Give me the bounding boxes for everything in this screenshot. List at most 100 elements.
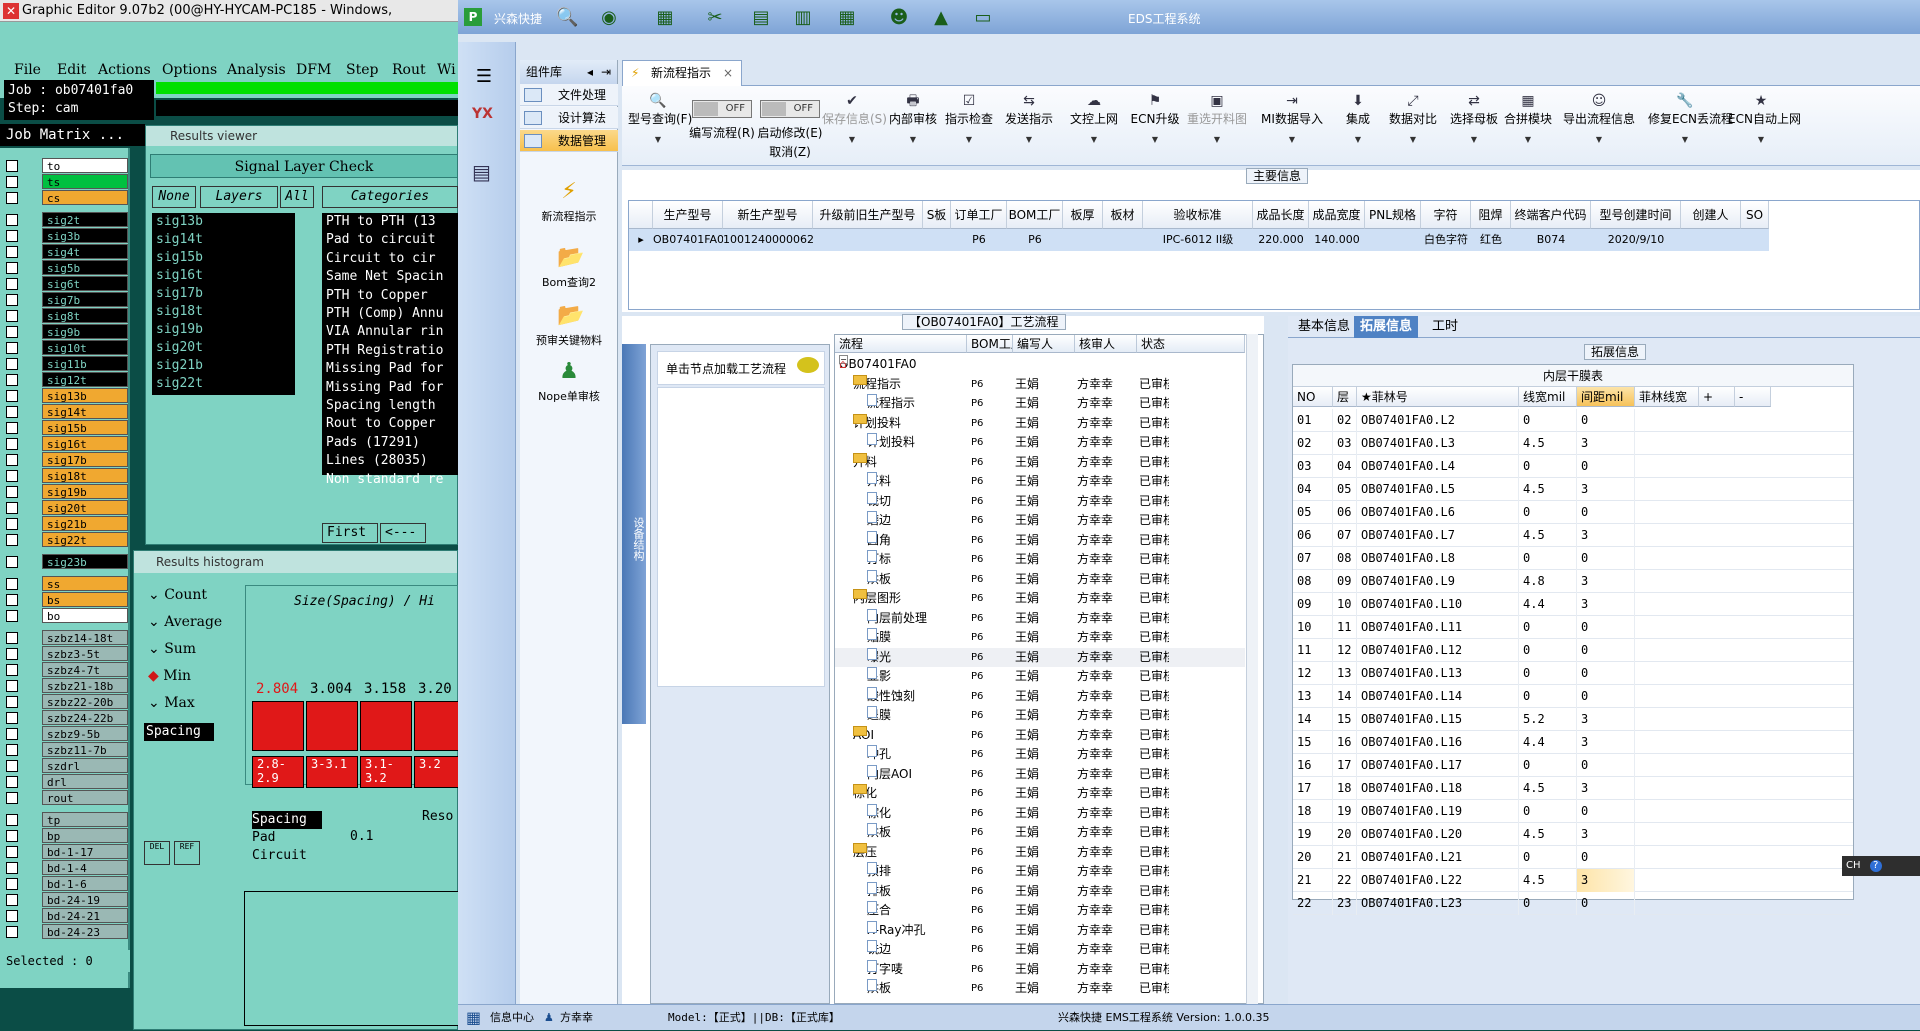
table-cell[interactable]: 3 (1577, 708, 1635, 731)
rv-category-item[interactable]: Lines (28035) (322, 452, 458, 470)
files-icon[interactable]: ▥ (792, 8, 814, 28)
grid-cell[interactable]: 白色字符 (1421, 229, 1471, 251)
table-cell[interactable]: 0 (1577, 501, 1635, 524)
table-cell[interactable]: 13 (1293, 685, 1333, 708)
table-row[interactable]: 19 20 OB07401FA0.L20 4.5 3 (1293, 823, 1853, 846)
tree-node[interactable]: −流程指示 (853, 374, 967, 394)
rv-category-item[interactable]: Pad to circuit (322, 231, 458, 249)
table-cell[interactable]: 06 (1293, 524, 1333, 547)
tree-row[interactable]: 烘板 P6 王娟 方幸幸 已审核 (835, 979, 1245, 998)
layer-row[interactable]: ss (6, 576, 128, 591)
table-cell[interactable]: 0 (1577, 846, 1635, 869)
layer-checkbox[interactable] (6, 358, 18, 370)
grid-header[interactable]: 创建人 (1681, 201, 1741, 229)
layer-checkbox[interactable] (6, 278, 18, 290)
tree-row[interactable]: 显影 P6 王娟 方幸幸 已审核 (835, 667, 1245, 686)
table-cell[interactable]: 0 (1519, 846, 1577, 869)
ribbon-button-6[interactable]: ☑ 指示检查 ▼ (944, 92, 994, 144)
grid-cell[interactable]: 220.000 (1253, 229, 1309, 251)
rv-category-item[interactable]: Same Net Spacin (322, 268, 458, 286)
menu-item-2[interactable]: 设计算法 (520, 107, 618, 129)
layer-row[interactable]: sig7b (6, 292, 128, 307)
table-cell[interactable]: 17 (1293, 777, 1333, 800)
layer-row[interactable]: sig18t (6, 468, 128, 483)
monitor-icon[interactable]: ▭ (972, 8, 994, 28)
tree-header[interactable]: 编写人 (1013, 335, 1075, 353)
tree-node[interactable]: 打标 (867, 550, 967, 569)
layer-checkbox[interactable] (6, 760, 18, 772)
table-cell[interactable]: OB07401FA0.L17 (1357, 754, 1519, 777)
table-cell[interactable]: 21 (1293, 869, 1333, 892)
option-min[interactable]: ◆ Min (148, 668, 191, 684)
layer-row[interactable]: bd-1-17 (6, 844, 128, 859)
tree-node[interactable]: 压合 (867, 901, 967, 920)
layer-row[interactable]: sig22t (6, 532, 128, 547)
layer-checkbox[interactable] (6, 776, 18, 788)
tree-row[interactable]: 开料 P6 王娟 方幸幸 已审核 (835, 472, 1245, 491)
dropdown-arrow-icon[interactable]: ▼ (1064, 135, 1124, 144)
ribbon-button-8[interactable]: ☁ 文控上网 ▼ (1064, 92, 1124, 144)
layer-checkbox[interactable] (6, 680, 18, 692)
tree-node[interactable]: 圆角 (867, 530, 967, 550)
layer-row[interactable]: sig14t (6, 404, 128, 419)
table-cell[interactable]: OB07401FA0.L12 (1357, 639, 1519, 662)
layer-row[interactable]: bs (6, 592, 128, 607)
table-cell[interactable]: 15 (1333, 708, 1357, 731)
table-cell[interactable]: OB07401FA0.L10 (1357, 593, 1519, 616)
table-cell[interactable]: OB07401FA0.L4 (1357, 455, 1519, 478)
tree-node[interactable]: 打字唛 (867, 959, 967, 979)
tree-node[interactable]: −AOI (853, 725, 967, 745)
tree-node[interactable]: −计划投料 (853, 413, 967, 433)
tree-node[interactable]: X-Ray冲孔 (867, 920, 967, 940)
dropdown-arrow-icon[interactable]: ▼ (1504, 135, 1552, 144)
table-cell[interactable]: OB07401FA0.L18 (1357, 777, 1519, 800)
table-cell[interactable]: 19 (1293, 823, 1333, 846)
tree-row[interactable]: −AOI P6 王娟 方幸幸 已审核 (835, 725, 1245, 745)
table-row[interactable]: 07 08 OB07401FA0.L8 0 0 (1293, 547, 1853, 570)
table-cell[interactable]: OB07401FA0.L19 (1357, 800, 1519, 823)
table-cell[interactable]: 0 (1519, 685, 1577, 708)
inner-header[interactable]: 层 (1333, 387, 1357, 407)
table-cell[interactable]: 12 (1333, 639, 1357, 662)
table-row[interactable]: 16 17 OB07401FA0.L17 0 0 (1293, 754, 1853, 777)
rv-layer-item[interactable]: sig20t (152, 339, 295, 357)
table-cell[interactable]: OB07401FA0.L6 (1357, 501, 1519, 524)
table-cell[interactable]: 0 (1519, 409, 1577, 432)
grid-cell[interactable]: 红色 (1471, 229, 1511, 251)
menu-rout[interactable]: Rout (392, 62, 426, 78)
tree-node[interactable]: 冲孔 (867, 745, 967, 764)
layer-row[interactable]: bd-1-6 (6, 876, 128, 891)
table-cell[interactable]: 3 (1577, 570, 1635, 593)
grid-cell[interactable] (1063, 229, 1103, 251)
table-cell[interactable]: 3 (1577, 869, 1635, 892)
menu-file[interactable]: File (14, 62, 41, 78)
layer-row[interactable]: sig15b (6, 420, 128, 435)
grid-cell[interactable] (1365, 229, 1421, 251)
table-cell[interactable]: 21 (1333, 846, 1357, 869)
inner-header[interactable]: 线宽mil (1519, 387, 1577, 407)
film-icon[interactable]: ▤ (750, 8, 772, 28)
table-cell[interactable]: OB07401FA0.L21 (1357, 846, 1519, 869)
dropdown-arrow-icon[interactable]: ▼ (944, 135, 994, 144)
layer-row[interactable]: bd-24-21 (6, 908, 128, 923)
toggle-switch[interactable]: OFF (692, 100, 752, 118)
table-cell[interactable]: 11 (1333, 616, 1357, 639)
table-cell[interactable]: 0 (1577, 800, 1635, 823)
tree-node[interactable]: −开料 (853, 452, 967, 472)
table-cell[interactable]: 18 (1293, 800, 1333, 823)
layer-row[interactable]: szbz21-18b (6, 678, 128, 693)
table-cell[interactable]: 0 (1577, 547, 1635, 570)
table-row[interactable]: 06 07 OB07401FA0.L7 4.5 3 (1293, 524, 1853, 547)
table-cell[interactable]: 0 (1577, 754, 1635, 777)
tree-node[interactable]: 开料 (867, 472, 967, 491)
table-cell[interactable]: 02 (1333, 409, 1357, 432)
tree-row[interactable]: 烘板 P6 王娟 方幸幸 已审核 (835, 823, 1245, 842)
table-row[interactable]: 20 21 OB07401FA0.L21 0 0 (1293, 846, 1853, 869)
tree-row[interactable]: 磨边 P6 王娟 方幸幸 已审核 (835, 511, 1245, 530)
table-cell[interactable]: 18 (1333, 777, 1357, 800)
table-cell[interactable]: 3 (1577, 593, 1635, 616)
grid-header[interactable]: 成品长度 (1253, 201, 1309, 229)
tree-row[interactable]: 压合 P6 王娟 方幸幸 已审核 (835, 901, 1245, 920)
grid-cell[interactable]: 140.000 (1309, 229, 1365, 251)
layer-checkbox[interactable] (6, 696, 18, 708)
